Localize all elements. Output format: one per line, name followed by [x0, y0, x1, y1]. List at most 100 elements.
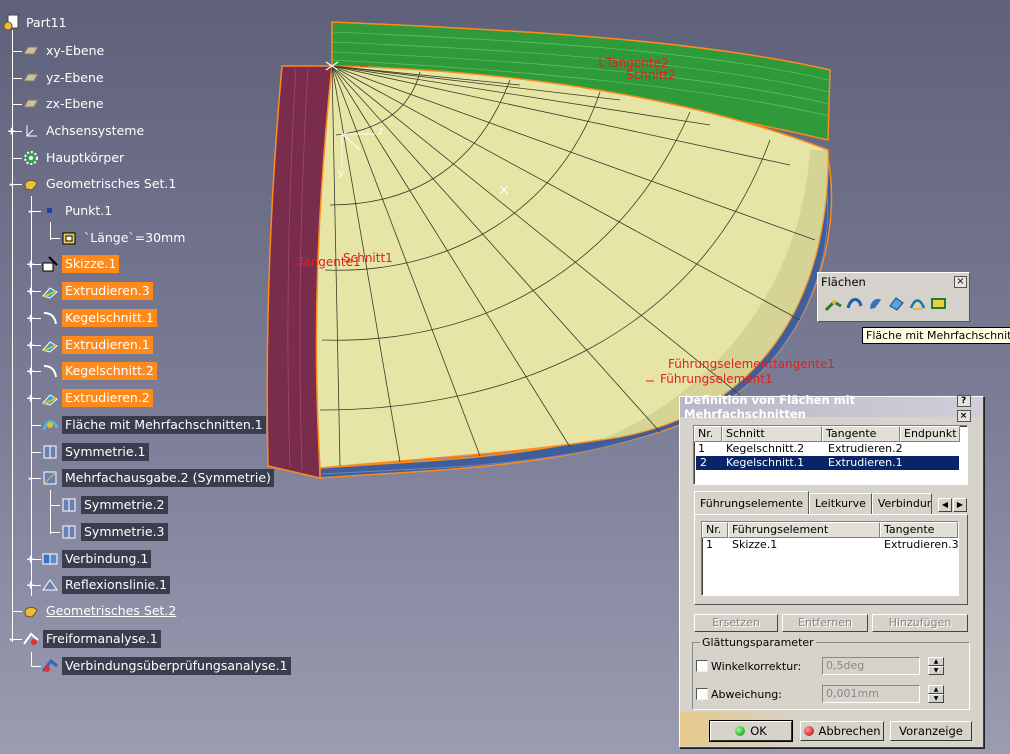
tree-item[interactable]: Fläche mit Mehrfachschnitten.1	[41, 415, 266, 435]
tab-fuehrungselemente[interactable]: Führungselemente	[694, 491, 809, 514]
replace-button[interactable]: Ersetzen	[694, 614, 778, 632]
col-nr[interactable]: Nr.	[702, 522, 728, 538]
plane-icon	[22, 95, 40, 113]
tree-item[interactable]: Symmetrie.2	[60, 495, 168, 515]
expand-icon[interactable]: +	[26, 339, 35, 351]
revolve-surface-icon[interactable]	[845, 294, 864, 313]
angle-correction-checkbox[interactable]	[696, 660, 708, 672]
expand-icon[interactable]: +	[26, 579, 35, 591]
tree-item[interactable]: Freiformanalyse.1	[22, 629, 161, 649]
tree-item[interactable]: yz-Ebene	[22, 68, 107, 88]
plane-icon	[22, 69, 40, 87]
tab-leitkurve[interactable]: Leitkurve	[808, 493, 872, 514]
col-fuehrungselement[interactable]: Führungselement	[728, 522, 880, 538]
tree-item-label: Symmetrie.1	[62, 443, 149, 461]
tab-verbindung[interactable]: Verbindung	[871, 493, 932, 514]
tree-item[interactable]: Reflexionslinie.1	[41, 575, 171, 595]
multi-section-surface-icon[interactable]	[908, 294, 927, 313]
tree-item[interactable]: Symmetrie.1	[41, 442, 149, 462]
tree-item[interactable]: Verbindung.1	[41, 549, 152, 569]
extrude-surface-icon[interactable]	[824, 294, 843, 313]
tree-item[interactable]: `Länge`=30mm	[60, 228, 188, 248]
collapse-icon[interactable]: -	[7, 178, 16, 190]
tree-item[interactable]: Extrudieren.1	[41, 335, 153, 355]
table-row-selected[interactable]: 2 Kegelschnitt.1 Extrudieren.1	[696, 456, 959, 470]
tree-item[interactable]: Kegelschnitt.1	[41, 308, 157, 328]
offset-surface-icon[interactable]	[887, 294, 906, 313]
flaechen-toolbar[interactable]: Flächen ×	[817, 272, 970, 322]
sections-table[interactable]: Nr. Schnitt Tangente Endpunkt 1 Kegelsch…	[693, 425, 968, 485]
angle-correction-field[interactable]: 0,5deg	[822, 657, 920, 675]
col-tangente[interactable]: Tangente	[822, 426, 900, 442]
deviation-label: Abweichung:	[711, 688, 782, 701]
table-row[interactable]: 1 Skizze.1 Extrudieren.3	[702, 538, 959, 552]
deviation-checkbox[interactable]	[696, 688, 708, 700]
point-icon	[41, 202, 59, 220]
fill-surface-icon[interactable]	[929, 294, 948, 313]
tree-item[interactable]: Mehrfachausgabe.2 (Symmetrie)	[41, 468, 274, 488]
body-icon	[22, 149, 40, 167]
col-schnitt[interactable]: Schnitt	[722, 426, 822, 442]
preview-button[interactable]: Voranzeige	[890, 721, 972, 741]
tree-item[interactable]: Hauptkörper	[22, 148, 127, 168]
col-nr[interactable]: Nr.	[694, 426, 722, 442]
dialog-tabs: Führungselemente Leitkurve Verbindung	[694, 491, 932, 515]
tree-item[interactable]: xy-Ebene	[22, 41, 107, 61]
conic-icon	[41, 362, 59, 380]
dialog-close-button[interactable]: ×	[956, 410, 971, 422]
tree-item-label: Kegelschnitt.1	[62, 309, 157, 327]
collapse-icon[interactable]: -	[26, 205, 35, 217]
tree-item-label: Hauptkörper	[46, 150, 125, 165]
tree-item-label: Verbindung.1	[62, 550, 152, 568]
tab-scroll-right-button[interactable]: ▶	[953, 498, 967, 512]
expand-icon[interactable]: +	[26, 392, 35, 404]
tree-item-label: Extrudieren.1	[62, 336, 153, 354]
expand-icon[interactable]: +	[26, 285, 35, 297]
tree-item[interactable]: Extrudieren.3	[41, 281, 153, 301]
tree-item[interactable]: Geometrisches Set.2	[22, 601, 179, 621]
tree-item-label: Punkt.1	[65, 203, 113, 218]
tree-item[interactable]: Symmetrie.3	[60, 522, 168, 542]
ok-button[interactable]: OK	[709, 720, 793, 742]
deviation-stepper[interactable]: ▲ ▼	[928, 685, 944, 703]
toolbar-close-button[interactable]: ×	[954, 275, 967, 288]
label-schnitt1: Schnitt1	[343, 251, 393, 265]
ok-icon	[735, 726, 746, 736]
angle-stepper[interactable]: ▲ ▼	[928, 657, 944, 675]
table-row[interactable]: 1 Kegelschnitt.2 Extrudieren.2	[694, 442, 967, 456]
tree-item[interactable]: Extrudieren.2	[41, 388, 153, 408]
axis-y-label: y	[338, 168, 344, 179]
tree-item[interactable]: Skizze.1	[41, 254, 120, 274]
tree-root[interactable]: Part11	[2, 13, 70, 33]
collapse-icon[interactable]: -	[7, 633, 16, 645]
symmetry-icon	[60, 523, 78, 541]
extrude-icon	[41, 282, 59, 300]
collapse-icon[interactable]: -	[26, 472, 35, 484]
expand-icon[interactable]: +	[7, 125, 16, 137]
guides-table[interactable]: Nr. Führungselement Tangente 1 Skizze.1 …	[701, 521, 959, 596]
tree-item-label: xy-Ebene	[46, 43, 105, 58]
add-button[interactable]: Hinzufügen	[872, 614, 968, 632]
tree-item[interactable]: Achsensysteme	[22, 121, 147, 141]
expand-icon[interactable]: +	[26, 258, 35, 270]
expand-icon[interactable]: +	[26, 365, 35, 377]
multi-section-surface-icon	[41, 416, 59, 434]
sketch-icon	[41, 255, 59, 273]
dialog-help-button[interactable]: ?	[956, 395, 971, 407]
expand-icon[interactable]: +	[26, 312, 35, 324]
col-tangente[interactable]: Tangente	[880, 522, 958, 538]
cancel-button[interactable]: Abbrechen	[800, 721, 884, 741]
tree-item[interactable]: Kegelschnitt.2	[41, 361, 157, 381]
toolbar-title: Flächen	[821, 274, 866, 289]
sphere-surface-icon[interactable]	[866, 294, 885, 313]
tab-scroll-left-button[interactable]: ◀	[938, 498, 952, 512]
tree-item[interactable]: Verbindungsüberprüfungsanalyse.1	[41, 656, 291, 676]
tree-item[interactable]: Geometrisches Set.1	[22, 174, 179, 194]
label-fuehrungstangente: Führungselementtangente1	[668, 357, 835, 371]
deviation-field[interactable]: 0,001mm	[822, 685, 920, 703]
tree-item[interactable]: zx-Ebene	[22, 94, 107, 114]
col-endpunkt[interactable]: Endpunkt	[900, 426, 960, 442]
expand-icon[interactable]: +	[26, 553, 35, 565]
tree-item[interactable]: Punkt.1	[41, 201, 115, 221]
remove-button[interactable]: Entfernen	[782, 614, 868, 632]
